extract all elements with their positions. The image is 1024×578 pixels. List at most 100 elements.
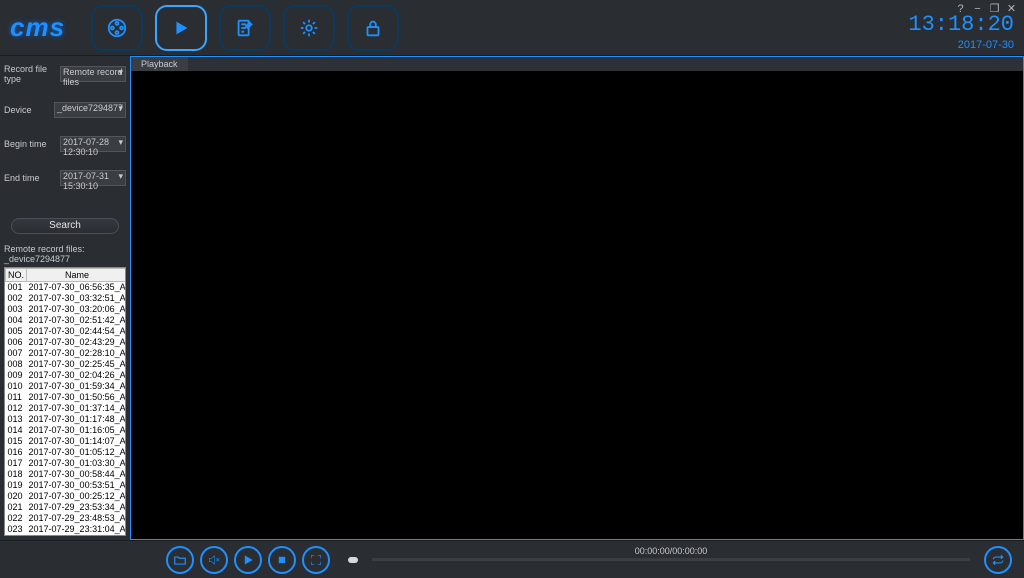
cell-name: 2017-07-30_00:53:51_A bbox=[27, 480, 126, 491]
cell-name: 2017-07-30_01:14:07_A bbox=[27, 436, 126, 447]
cell-name: 2017-07-30_02:43:29_A bbox=[27, 337, 126, 348]
table-row[interactable]: 0182017-07-30_00:58:44_A bbox=[6, 469, 127, 480]
speaker-mute-icon bbox=[207, 553, 221, 567]
fullscreen-button[interactable] bbox=[302, 546, 330, 574]
video-canvas[interactable] bbox=[131, 71, 1023, 539]
live-view-button[interactable] bbox=[91, 5, 143, 51]
file-table: NO. Name 0012017-07-30_06:56:35_A0022017… bbox=[5, 268, 126, 536]
table-row[interactable]: 0232017-07-29_23:31:04_A bbox=[6, 524, 127, 535]
table-row[interactable]: 0142017-07-30_01:16:05_A bbox=[6, 425, 127, 436]
col-name-header[interactable]: Name bbox=[27, 269, 126, 282]
device-label: Device bbox=[4, 105, 54, 115]
app-logo: cms bbox=[10, 12, 65, 43]
cell-no: 011 bbox=[6, 392, 27, 403]
cell-name: 2017-07-30_00:25:12_A bbox=[27, 491, 126, 502]
cell-name: 2017-07-30_00:58:44_A bbox=[27, 469, 126, 480]
expand-icon bbox=[309, 553, 323, 567]
table-row[interactable]: 0202017-07-30_00:25:12_A bbox=[6, 491, 127, 502]
table-row[interactable]: 0172017-07-30_01:03:30_A bbox=[6, 458, 127, 469]
cell-name: 2017-07-30_01:50:56_A bbox=[27, 392, 126, 403]
table-row[interactable]: 0192017-07-30_00:53:51_A bbox=[6, 480, 127, 491]
cell-name: 2017-07-30_06:56:35_A bbox=[27, 282, 126, 294]
clock: 13:18:20 2017-07-30 bbox=[908, 12, 1014, 51]
table-row[interactable]: 0222017-07-29_23:48:53_A bbox=[6, 513, 127, 524]
video-tab[interactable]: Playback bbox=[131, 57, 188, 71]
play-icon bbox=[241, 553, 255, 567]
table-row[interactable]: 0152017-07-30_01:14:07_A bbox=[6, 436, 127, 447]
file-type-select[interactable]: Remote record files bbox=[60, 66, 126, 82]
loop-button[interactable] bbox=[984, 546, 1012, 574]
cell-name: 2017-07-30_02:51:42_A bbox=[27, 315, 126, 326]
end-time-input[interactable]: 2017-07-31 15:30:10 bbox=[60, 170, 126, 186]
playback-button[interactable] bbox=[155, 5, 207, 51]
table-row[interactable]: 0042017-07-30_02:51:42_A bbox=[6, 315, 127, 326]
table-row[interactable]: 0122017-07-30_01:37:14_A bbox=[6, 403, 127, 414]
cell-name: 2017-07-30_01:16:05_A bbox=[27, 425, 126, 436]
mute-button[interactable] bbox=[200, 546, 228, 574]
clock-date: 2017-07-30 bbox=[908, 39, 1014, 51]
file-table-wrap[interactable]: NO. Name 0012017-07-30_06:56:35_A0022017… bbox=[4, 267, 126, 536]
table-row[interactable]: 0062017-07-30_02:43:29_A bbox=[6, 337, 127, 348]
cell-no: 016 bbox=[6, 447, 27, 458]
video-area: Playback bbox=[130, 56, 1024, 540]
control-group bbox=[166, 546, 330, 574]
header-toolbar bbox=[91, 5, 399, 51]
table-row[interactable]: 0162017-07-30_01:05:12_A bbox=[6, 447, 127, 458]
cell-name: 2017-07-29_23:53:34_A bbox=[27, 502, 126, 513]
col-no-header[interactable]: NO. bbox=[6, 269, 27, 282]
table-row[interactable]: 0092017-07-30_02:04:26_A bbox=[6, 370, 127, 381]
cell-no: 015 bbox=[6, 436, 27, 447]
cell-name: 2017-07-30_02:04:26_A bbox=[27, 370, 126, 381]
table-row[interactable]: 0212017-07-29_23:53:34_A bbox=[6, 502, 127, 513]
begin-time-label: Begin time bbox=[4, 139, 60, 149]
cell-no: 004 bbox=[6, 315, 27, 326]
cell-no: 001 bbox=[6, 282, 27, 294]
cell-no: 023 bbox=[6, 524, 27, 535]
stop-icon bbox=[275, 553, 289, 567]
cell-no: 012 bbox=[6, 403, 27, 414]
progress-bar[interactable]: 00:00:00/00:00:00 bbox=[372, 558, 970, 561]
header: cms ? − ❐ ✕ 13:18:20 2017-07-30 bbox=[0, 0, 1024, 56]
cell-name: 2017-07-30_02:25:45_A bbox=[27, 359, 126, 370]
main-area: Record file type Remote record files Dev… bbox=[0, 56, 1024, 540]
sidebar: Record file type Remote record files Dev… bbox=[0, 56, 130, 540]
table-row[interactable]: 0052017-07-30_02:44:54_A bbox=[6, 326, 127, 337]
search-button[interactable]: Search bbox=[11, 218, 119, 234]
table-row[interactable]: 0102017-07-30_01:59:34_A bbox=[6, 381, 127, 392]
table-row[interactable]: 0032017-07-30_03:20:06_A bbox=[6, 304, 127, 315]
video-tab-bar: Playback bbox=[131, 57, 1023, 71]
cell-name: 2017-07-29_23:21:27_A bbox=[27, 535, 126, 536]
play-button[interactable] bbox=[234, 546, 262, 574]
cell-name: 2017-07-30_01:17:48_A bbox=[27, 414, 126, 425]
cell-name: 2017-07-30_01:03:30_A bbox=[27, 458, 126, 469]
stop-button[interactable] bbox=[268, 546, 296, 574]
cell-no: 006 bbox=[6, 337, 27, 348]
table-row[interactable]: 0082017-07-30_02:25:45_A bbox=[6, 359, 127, 370]
table-row[interactable]: 0132017-07-30_01:17:48_A bbox=[6, 414, 127, 425]
cell-name: 2017-07-30_02:28:10_A bbox=[27, 348, 126, 359]
cell-no: 021 bbox=[6, 502, 27, 513]
table-row[interactable]: 0022017-07-30_03:32:51_A bbox=[6, 293, 127, 304]
volume-slider-thumb[interactable] bbox=[348, 557, 358, 563]
cell-no: 010 bbox=[6, 381, 27, 392]
table-row[interactable]: 0112017-07-30_01:50:56_A bbox=[6, 392, 127, 403]
cell-name: 2017-07-30_01:59:34_A bbox=[27, 381, 126, 392]
log-button[interactable] bbox=[219, 5, 271, 51]
cell-no: 018 bbox=[6, 469, 27, 480]
file-type-label: Record file type bbox=[4, 64, 60, 84]
table-row[interactable]: 0242017-07-29_23:21:27_A bbox=[6, 535, 127, 536]
open-file-button[interactable] bbox=[166, 546, 194, 574]
table-row[interactable]: 0012017-07-30_06:56:35_A bbox=[6, 282, 127, 294]
cell-no: 024 bbox=[6, 535, 27, 536]
table-row[interactable]: 0072017-07-30_02:28:10_A bbox=[6, 348, 127, 359]
settings-button[interactable] bbox=[283, 5, 335, 51]
cell-no: 007 bbox=[6, 348, 27, 359]
cell-no: 017 bbox=[6, 458, 27, 469]
end-time-label: End time bbox=[4, 173, 60, 183]
lock-button[interactable] bbox=[347, 5, 399, 51]
cell-name: 2017-07-30_01:37:14_A bbox=[27, 403, 126, 414]
begin-time-input[interactable]: 2017-07-28 12:30:10 bbox=[60, 136, 126, 152]
device-select[interactable]: _device7294877 bbox=[54, 102, 126, 118]
cell-no: 009 bbox=[6, 370, 27, 381]
cell-no: 008 bbox=[6, 359, 27, 370]
